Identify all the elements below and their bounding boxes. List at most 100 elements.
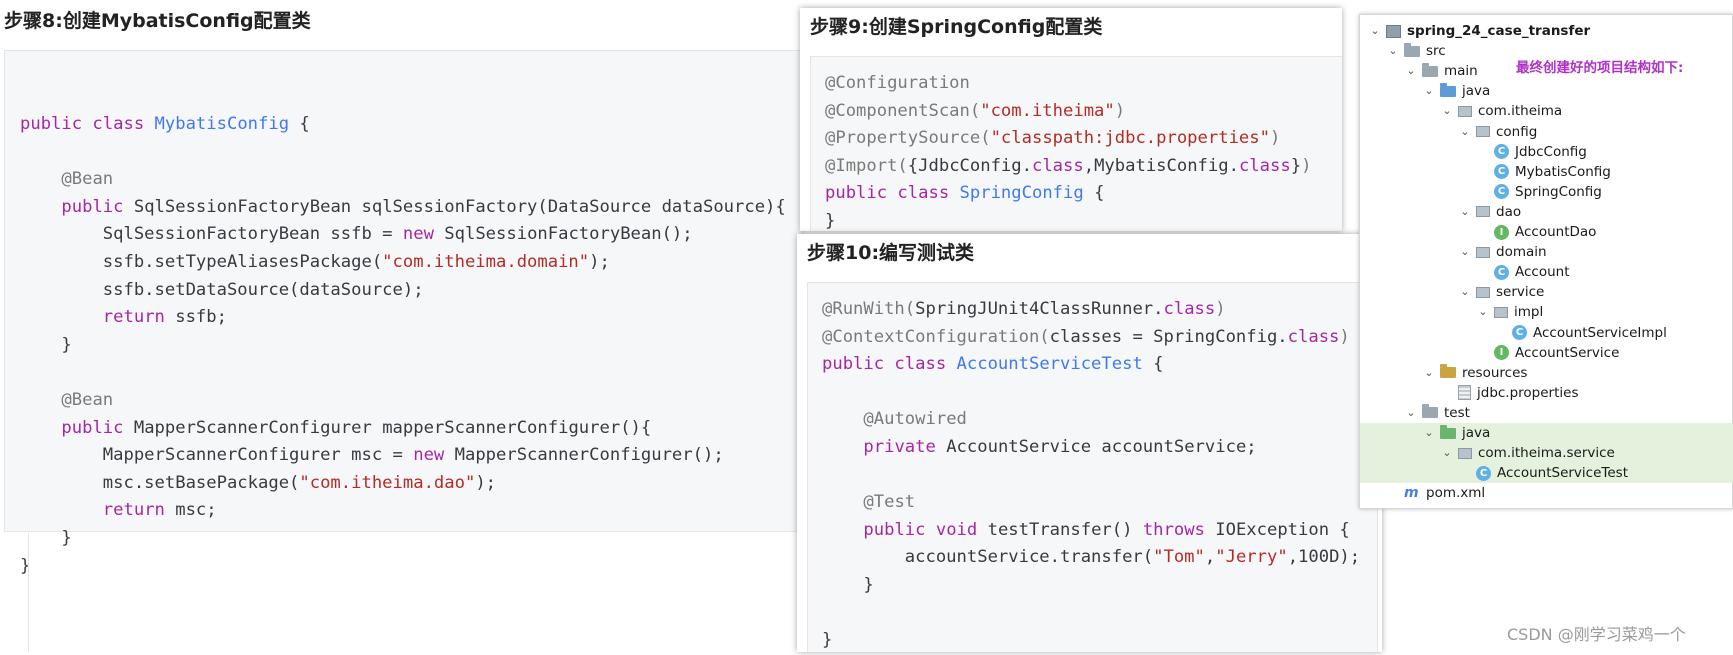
- mybatis-config-code: public class MybatisConfig { @Bean publi…: [20, 111, 786, 580]
- tree-item-label: resources: [1462, 364, 1528, 381]
- code-token: msc;: [175, 500, 217, 521]
- code-token: classes = SpringConfig.: [1049, 326, 1288, 347]
- code-token: return: [102, 307, 176, 328]
- package-icon: [1476, 246, 1490, 258]
- tree-item-label: AccountServiceTest: [1497, 465, 1628, 482]
- tree-item-label: spring_24_case_transfer: [1407, 23, 1591, 39]
- chevron-down-icon[interactable]: ⌄: [1476, 305, 1490, 319]
- tree-item-dao[interactable]: ⌄ dao: [1360, 202, 1521, 222]
- chevron-down-icon[interactable]: ⌄: [1422, 84, 1436, 98]
- chevron-down-icon[interactable]: ⌄: [1368, 24, 1382, 38]
- code-token: AccountService accountService;: [946, 436, 1257, 457]
- code-token: }: [20, 334, 72, 355]
- code-token: }: [825, 210, 836, 231]
- code-token: new: [402, 224, 445, 245]
- code-token: new: [413, 445, 455, 466]
- tree-item-label: Account: [1515, 264, 1570, 281]
- tree-item-impl[interactable]: ⌄ impl: [1360, 302, 1543, 322]
- tree-item-jdbc-properties[interactable]: jdbc.properties: [1360, 383, 1579, 403]
- tree-item-accountservice[interactable]: I AccountService: [1360, 343, 1619, 363]
- package-icon: [1458, 447, 1472, 459]
- tree-item-resources[interactable]: ⌄ resources: [1360, 363, 1527, 383]
- chevron-down-icon[interactable]: ⌄: [1458, 245, 1472, 259]
- tree-item-src[interactable]: ⌄ src: [1360, 41, 1446, 61]
- class-icon: C: [1494, 164, 1509, 180]
- test-folder-icon: [1440, 424, 1456, 439]
- spring-config-code: @Configuration @ComponentScan("com.ithei…: [825, 70, 1311, 236]
- chevron-down-icon[interactable]: ⌄: [1458, 285, 1472, 299]
- class-icon: C: [1494, 144, 1509, 160]
- test-class-code-block: @RunWith(SpringJUnit4ClassRunner.class) …: [807, 282, 1378, 652]
- spring-config-panel: 步骤9:创建SpringConfig配置类 @Configuration @Co…: [800, 8, 1342, 231]
- test-class-code: @RunWith(SpringJUnit4ClassRunner.class) …: [822, 296, 1360, 655]
- tree-item-label: main: [1444, 63, 1478, 80]
- code-token: class: [1238, 155, 1291, 176]
- chevron-down-icon[interactable]: ⌄: [1404, 406, 1418, 420]
- divider: [28, 533, 29, 652]
- tree-item-spring-24-case-transfer[interactable]: ⌄ spring_24_case_transfer: [1360, 21, 1590, 41]
- tree-item-com-itheima-service[interactable]: ⌄ com.itheima.service: [1360, 443, 1733, 464]
- tree-item-accountserviceimpl[interactable]: C AccountServiceImpl: [1360, 323, 1667, 343]
- code-token: SqlSessionFactoryBean sqlSessionFactory(…: [133, 196, 786, 217]
- tree-item-com-itheima[interactable]: ⌄ com.itheima: [1360, 101, 1562, 121]
- code-token: @Bean: [61, 389, 114, 410]
- tree-item-main[interactable]: ⌄ main: [1360, 61, 1478, 81]
- mybatis-config-code-block: public class MybatisConfig { @Bean publi…: [4, 50, 804, 576]
- code-token: MapperScannerConfigurer mapperScannerCon…: [133, 417, 652, 438]
- code-token: return: [102, 500, 176, 521]
- class-icon: C: [1512, 325, 1527, 340]
- tree-item-label: service: [1496, 284, 1545, 301]
- code-token: class: [1031, 155, 1084, 176]
- code-token: accountService.transfer(: [822, 547, 1154, 568]
- csdn-watermark: CSDN @刚学习菜鸡一个: [1507, 625, 1686, 644]
- code-token: }: [822, 630, 833, 651]
- chevron-down-icon[interactable]: ⌄: [1458, 125, 1472, 139]
- tree-item-config[interactable]: ⌄ config: [1360, 122, 1537, 142]
- tree-item-label: com.itheima.service: [1478, 445, 1615, 462]
- code-token: ): [1215, 299, 1226, 319]
- code-token: @ContextConfiguration(: [822, 326, 1050, 347]
- tree-item-springconfig[interactable]: C SpringConfig: [1360, 182, 1602, 202]
- step8-heading: 步骤8:创建MybatisConfig配置类: [4, 10, 311, 32]
- tree-item-jdbcconfig[interactable]: C JdbcConfig: [1360, 142, 1587, 162]
- code-token: ): [1269, 128, 1281, 149]
- code-token: SqlSessionFactoryBean ssfb =: [20, 224, 403, 245]
- class-icon: C: [1494, 184, 1509, 200]
- tree-item-mybatisconfig[interactable]: C MybatisConfig: [1360, 162, 1611, 182]
- code-token: MybatisConfig: [154, 114, 290, 134]
- tree-item-pom-xml[interactable]: m pom.xml: [1360, 483, 1485, 503]
- tree-item-service[interactable]: ⌄ service: [1360, 282, 1544, 302]
- package-icon: [1476, 126, 1490, 137]
- tree-item-accountservicetest[interactable]: C AccountServiceTest: [1360, 463, 1733, 484]
- chevron-down-icon[interactable]: ⌄: [1404, 64, 1418, 78]
- interface-icon: I: [1494, 345, 1509, 361]
- tree-item-label: JdbcConfig: [1515, 143, 1587, 160]
- tree-item-account[interactable]: C Account: [1360, 262, 1570, 282]
- chevron-down-icon[interactable]: ⌄: [1422, 366, 1436, 380]
- code-token: SpringJUnit4ClassRunner.: [915, 299, 1164, 319]
- chevron-down-icon[interactable]: ⌄: [1422, 426, 1436, 440]
- tree-item-label: java: [1462, 83, 1491, 100]
- tree-item-label: dao: [1496, 203, 1522, 220]
- chevron-down-icon[interactable]: ⌄: [1386, 44, 1400, 58]
- tree-item-label: AccountDao: [1515, 224, 1597, 240]
- tree-item-label: pom.xml: [1426, 485, 1486, 502]
- tree-item-java[interactable]: ⌄ java: [1360, 81, 1490, 101]
- chevron-down-icon[interactable]: ⌄: [1440, 104, 1454, 118]
- tree-item-accountdao[interactable]: I AccountDao: [1360, 222, 1596, 242]
- tree-item-label: AccountService: [1515, 344, 1620, 361]
- code-token: @ComponentScan(: [825, 100, 981, 121]
- step9-heading: 步骤9:创建SpringConfig配置类: [810, 16, 1103, 38]
- chevron-down-icon[interactable]: ⌄: [1458, 205, 1472, 219]
- code-token: AccountServiceTest: [956, 354, 1143, 375]
- code-token: }: [1290, 155, 1302, 176]
- tree-item-test[interactable]: ⌄ test: [1360, 403, 1470, 423]
- tree-item-domain[interactable]: ⌄ domain: [1360, 242, 1546, 262]
- step10-heading: 步骤10:编写测试类: [807, 242, 975, 264]
- code-token: @Test: [863, 492, 916, 513]
- code-token: MapperScannerConfigurer msc =: [20, 445, 414, 466]
- tree-item-java[interactable]: ⌄ java: [1360, 423, 1733, 443]
- chevron-down-icon[interactable]: ⌄: [1440, 446, 1454, 460]
